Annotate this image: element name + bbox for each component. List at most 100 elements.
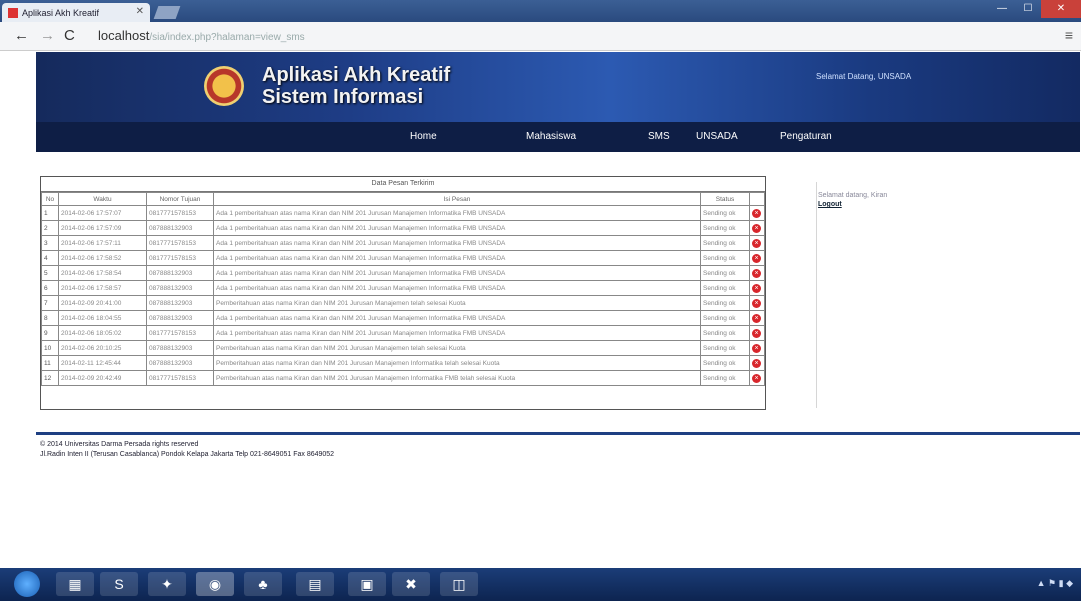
cell-delete: × — [749, 295, 765, 311]
table-row: 11 2014-02-11 12:45:44 087888132903 Pemberi… — [41, 355, 765, 371]
cell-delete: × — [749, 265, 765, 281]
delete-icon[interactable]: × — [752, 283, 761, 293]
menu-home[interactable]: Home — [410, 131, 437, 142]
cell-nomor: 087888132903 — [146, 340, 214, 356]
cell-delete: × — [749, 220, 765, 236]
back-arrow-icon[interactable]: ← — [14, 27, 29, 44]
delete-icon[interactable]: × — [752, 358, 761, 368]
close-window-icon[interactable]: ✕ — [1041, 0, 1081, 18]
menu-icon[interactable]: ≡ — [1065, 27, 1073, 43]
table-row: 9 2014-02-06 18:05:02 0817771578153 Ada 1 p… — [41, 325, 765, 341]
cell-status: Sending ok — [700, 280, 750, 296]
delete-icon[interactable]: × — [752, 253, 761, 263]
tab-title: Aplikasi Akh Kreatif — [22, 7, 100, 18]
cell-nomor: 0817771578153 — [146, 250, 214, 266]
menu-unsada[interactable]: UNSADA — [696, 131, 738, 142]
cell-delete: × — [749, 235, 765, 251]
sidebar-greeting: Selamat datang, Kiran — [818, 192, 888, 199]
cell-waktu: 2014-02-06 18:05:02 — [58, 325, 147, 341]
start-button[interactable] — [14, 571, 40, 597]
site-title-line2: Sistem Informasi — [262, 86, 424, 108]
xampp-icon[interactable]: ✖ — [392, 572, 430, 596]
cell-pesan: Ada 1 pemberitahuan atas nama Kiran dan … — [213, 265, 701, 281]
url-path: /sia/index.php?halaman=view_sms — [149, 32, 305, 43]
cell-nomor: 087888132903 — [146, 310, 214, 326]
delete-icon[interactable]: × — [752, 208, 761, 218]
delete-icon[interactable]: × — [752, 313, 761, 323]
cell-nomor: 0817771578153 — [146, 235, 214, 251]
media-icon[interactable]: ♣ — [244, 572, 282, 596]
cell-no: 9 — [41, 325, 59, 341]
cell-status: Sending ok — [700, 310, 750, 326]
delete-icon[interactable]: × — [752, 328, 761, 338]
maximize-icon[interactable]: ☐ — [1015, 0, 1041, 18]
cell-delete: × — [749, 325, 765, 341]
url-host: localhost — [98, 28, 150, 43]
main-content: Data Pesan Terkirim No Waktu Nomor Tujua… — [36, 152, 1080, 420]
cell-no: 6 — [41, 280, 59, 296]
table-row: 3 2014-02-06 17:57:11 0817771578153 Ada 1 p… — [41, 235, 765, 251]
table-row: 12 2014-02-09 20:42:49 0817771578153 Pember… — [41, 370, 765, 386]
new-tab-button[interactable] — [153, 6, 181, 19]
cell-pesan: Ada 1 pemberitahuan atas nama Kiran dan … — [213, 310, 701, 326]
delete-icon[interactable]: × — [752, 268, 761, 278]
reload-icon[interactable]: C — [64, 27, 75, 44]
cell-pesan: Ada 1 pemberitahuan atas nama Kiran dan … — [213, 325, 701, 341]
cell-waktu: 2014-02-06 17:58:57 — [58, 280, 147, 296]
app-icon[interactable]: ✦ — [148, 572, 186, 596]
cell-waktu: 2014-02-06 17:57:07 — [58, 205, 147, 221]
cell-status: Sending ok — [700, 325, 750, 341]
browser-tab-bar: Aplikasi Akh Kreatif ✕ — ☐ ✕ — [0, 0, 1081, 22]
cell-nomor: 087888132903 — [146, 355, 214, 371]
cell-no: 8 — [41, 310, 59, 326]
folder-icon[interactable]: ▣ — [348, 572, 386, 596]
cell-pesan: Ada 1 pemberitahuan atas nama Kiran dan … — [213, 250, 701, 266]
cell-no: 1 — [41, 205, 59, 221]
cell-pesan: Pemberitahuan atas nama Kiran dan NIM 20… — [213, 295, 701, 311]
col-waktu: Waktu — [58, 192, 147, 206]
browser-tab[interactable]: Aplikasi Akh Kreatif ✕ — [2, 3, 150, 22]
col-action — [749, 192, 765, 206]
cell-pesan: Pemberitahuan atas nama Kiran dan NIM 20… — [213, 340, 701, 356]
panel-title: Data Pesan Terkirim — [41, 177, 765, 192]
explorer-icon[interactable]: ▦ — [56, 572, 94, 596]
col-nomor: Nomor Tujuan — [146, 192, 214, 206]
cell-delete: × — [749, 355, 765, 371]
cell-pesan: Pemberitahuan atas nama Kiran dan NIM 20… — [213, 370, 701, 386]
delete-icon[interactable]: × — [752, 298, 761, 308]
cell-delete: × — [749, 280, 765, 296]
cell-no: 4 — [41, 250, 59, 266]
favicon-icon — [8, 7, 18, 18]
skype-icon[interactable]: S — [100, 572, 138, 596]
taskbar: ▦ S ✦ ◉ ♣ ▤ ▣ ✖ ◫ ▲ ⚑ ▮ ◆ — [0, 568, 1081, 601]
cell-delete: × — [749, 370, 765, 386]
cell-waktu: 2014-02-09 20:41:00 — [58, 295, 147, 311]
cell-no: 5 — [41, 265, 59, 281]
cell-delete: × — [749, 340, 765, 356]
delete-icon[interactable]: × — [752, 223, 761, 233]
sms-sent-panel: Data Pesan Terkirim No Waktu Nomor Tujua… — [40, 176, 766, 410]
logout-link[interactable]: Logout — [818, 201, 1018, 208]
forward-arrow-icon[interactable]: → — [40, 27, 55, 44]
menu-pengaturan[interactable]: Pengaturan — [780, 131, 832, 142]
site-footer: © 2014 Universitas Darma Persada rights … — [40, 440, 334, 460]
minimize-icon[interactable]: — — [989, 0, 1015, 18]
menu-mahasiswa[interactable]: Mahasiswa — [526, 131, 576, 142]
cell-waktu: 2014-02-09 20:42:49 — [58, 370, 147, 386]
delete-icon[interactable]: × — [752, 373, 761, 383]
site-banner: Aplikasi Akh Kreatif Sistem Informasi Se… — [36, 52, 1080, 122]
notepad-icon[interactable]: ▤ — [296, 572, 334, 596]
cell-pesan: Ada 1 pemberitahuan atas nama Kiran dan … — [213, 280, 701, 296]
close-tab-icon[interactable]: ✕ — [136, 6, 144, 17]
window-icon[interactable]: ◫ — [440, 572, 478, 596]
cell-delete: × — [749, 310, 765, 326]
col-status: Status — [700, 192, 750, 206]
chrome-icon[interactable]: ◉ — [196, 572, 234, 596]
delete-icon[interactable]: × — [752, 343, 761, 353]
address-bar[interactable]: localhost/sia/index.php?halaman=view_sms — [98, 26, 1018, 46]
menu-sms[interactable]: SMS — [648, 131, 670, 142]
cell-nomor: 0817771578153 — [146, 325, 214, 341]
cell-no: 2 — [41, 220, 59, 236]
cell-status: Sending ok — [700, 250, 750, 266]
delete-icon[interactable]: × — [752, 238, 761, 248]
